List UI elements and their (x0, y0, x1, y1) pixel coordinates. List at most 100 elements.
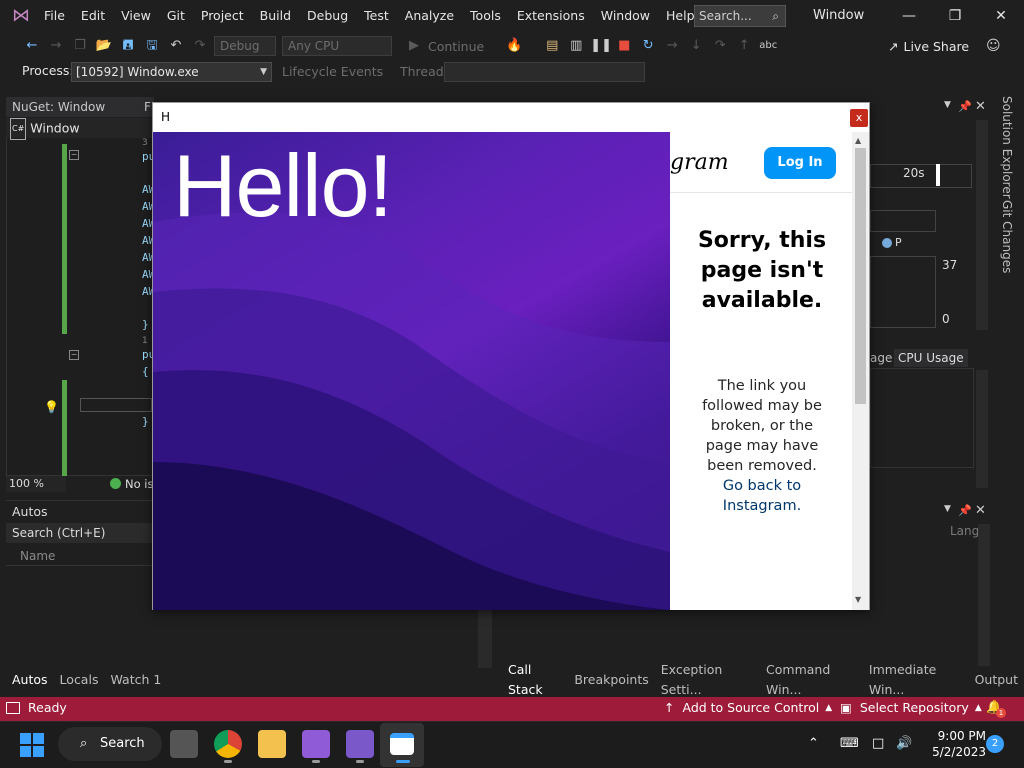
task-view-icon[interactable] (170, 730, 198, 758)
step-over-icon[interactable]: ↷ (710, 36, 730, 56)
continue-icon[interactable]: ▶ (404, 36, 424, 56)
git-changes-tab[interactable]: Git Changes (1000, 200, 1014, 273)
menu-window[interactable]: Window (593, 0, 658, 32)
thread-select[interactable] (444, 62, 645, 82)
live-share-button[interactable]: ↗ Live Share (888, 36, 969, 58)
tab-output[interactable]: Output (969, 670, 1024, 690)
platform-select[interactable]: Any CPU (282, 36, 392, 56)
hot-reload-icon[interactable]: 🔥 (504, 36, 524, 56)
keyboard-icon[interactable]: ⌨ (840, 736, 859, 751)
windows-start-icon[interactable] (20, 733, 44, 757)
autos-name-column[interactable]: Name (6, 546, 152, 566)
visual-studio-icon[interactable] (346, 730, 374, 758)
tab-cpu-usage[interactable]: CPU Usage (894, 349, 968, 367)
search-input[interactable]: Search... ⌕ (694, 5, 786, 27)
tab-autos[interactable]: Autos (6, 670, 54, 690)
lightbulb-icon[interactable]: 💡 (44, 400, 59, 414)
close-panel-icon[interactable]: ✕ (975, 503, 986, 518)
notifications-button[interactable]: 🔔 1 (986, 700, 1006, 718)
diag-scrollbar[interactable] (976, 120, 988, 330)
restore-button[interactable]: ❐ (932, 0, 978, 32)
window-app-icon[interactable] (390, 733, 414, 755)
pin-icon[interactable]: 📌 (958, 100, 972, 113)
tab-memory-usage[interactable]: age (870, 349, 892, 367)
continue-button[interactable]: Continue (428, 39, 484, 54)
popup-close-button[interactable]: x (850, 109, 868, 127)
collapse-icon[interactable]: − (69, 150, 79, 160)
reference-count[interactable]: 1 (142, 336, 148, 346)
scroll-up-icon[interactable]: ▲ (855, 136, 861, 145)
menu-edit[interactable]: Edit (73, 0, 113, 32)
volume-icon[interactable]: 🔊 (896, 736, 912, 751)
notification-badge[interactable]: 2 (986, 735, 1004, 753)
taskbar-search[interactable]: ⌕ Search (58, 727, 162, 761)
reference-count[interactable]: 3 (142, 138, 148, 148)
chrome-icon[interactable] (214, 730, 242, 758)
open-folder-icon[interactable]: 📂 (94, 36, 114, 56)
stop-icon[interactable]: ■ (614, 36, 634, 56)
panel-dropdown-icon[interactable]: ▼ (944, 504, 951, 514)
panel-dropdown-icon[interactable]: ▼ (944, 100, 951, 110)
pause-icon[interactable]: ❚❚ (590, 36, 612, 56)
save-icon[interactable]: 🖪 (118, 36, 138, 56)
menu-extensions[interactable]: Extensions (509, 0, 593, 32)
minimize-button[interactable]: — (886, 0, 932, 32)
tab-nuget[interactable]: NuGet: Window (6, 97, 140, 117)
network-icon[interactable]: □ (872, 736, 884, 751)
menu-view[interactable]: View (113, 0, 159, 32)
add-to-source-control-button[interactable]: ↑ Add to Source Control ▲ (664, 700, 832, 715)
output-window-icon[interactable] (6, 702, 20, 714)
configuration-select[interactable]: Debug (214, 36, 276, 56)
solution-icon[interactable]: ▤ (542, 36, 562, 56)
restart-icon[interactable]: ↻ (638, 36, 658, 56)
forward-icon[interactable]: → (46, 36, 66, 56)
select-repository-button[interactable]: ▣ Select Repository ▲ (840, 700, 982, 715)
menu-tools[interactable]: Tools (462, 0, 509, 32)
autos-search-input[interactable]: Search (Ctrl+E) (6, 523, 152, 543)
save-all-icon[interactable]: 🖫 (142, 36, 162, 56)
clock[interactable]: 9:00 PM 5/2/2023 (922, 728, 986, 760)
tab-immediate-window[interactable]: Immediate Win... (863, 660, 969, 700)
feedback-icon[interactable]: ☺ (986, 38, 1001, 54)
tab-window[interactable]: C# Window (6, 118, 154, 140)
solution-explorer-tab[interactable]: Solution Explorer (1000, 96, 1014, 199)
menu-analyze[interactable]: Analyze (397, 0, 462, 32)
menu-debug[interactable]: Debug (299, 0, 356, 32)
layout-icon[interactable]: ▥ (566, 36, 586, 56)
file-explorer-icon[interactable] (258, 730, 286, 758)
timeline-marker[interactable] (936, 164, 940, 186)
collapse-icon[interactable]: − (69, 350, 79, 360)
pin-icon[interactable]: 📌 (958, 504, 972, 517)
autos-scrollbar[interactable] (478, 610, 492, 668)
popup-scroll-thumb[interactable] (855, 148, 866, 404)
issues-indicator[interactable]: No is (110, 477, 153, 491)
visual-studio-logo-icon[interactable]: ⋈ (10, 6, 32, 26)
step-out-icon[interactable]: ↑ (734, 36, 754, 56)
visual-studio-icon[interactable] (302, 730, 330, 758)
login-button[interactable]: Log In (764, 147, 836, 179)
callstack-scrollbar[interactable] (978, 524, 990, 666)
menu-test[interactable]: Test (356, 0, 397, 32)
tab-watch-1[interactable]: Watch 1 (104, 670, 167, 690)
summary-scrollbar[interactable] (976, 370, 988, 488)
tab-call-stack[interactable]: Call Stack (502, 660, 568, 700)
menu-build[interactable]: Build (252, 0, 299, 32)
instagram-logo[interactable]: gram (670, 150, 729, 175)
step-icon[interactable]: → (662, 36, 682, 56)
new-item-icon[interactable]: ❐ (70, 36, 90, 56)
undo-icon[interactable]: ↶ (166, 36, 186, 56)
tab-locals[interactable]: Locals (54, 670, 105, 690)
menu-git[interactable]: Git (159, 0, 193, 32)
popup-titlebar[interactable] (153, 103, 869, 132)
redo-icon[interactable]: ↷ (190, 36, 210, 56)
step-into-icon[interactable]: ↓ (686, 36, 706, 56)
back-icon[interactable]: ← (22, 36, 42, 56)
tab-exception-settings[interactable]: Exception Setti... (655, 660, 760, 700)
lifecycle-events-button[interactable]: Lifecycle Events (282, 64, 383, 79)
menu-file[interactable]: File (36, 0, 73, 32)
close-window-button[interactable]: ✕ (978, 0, 1024, 32)
menu-project[interactable]: Project (193, 0, 252, 32)
tab-command-window[interactable]: Command Win... (760, 660, 863, 700)
process-select[interactable]: [10592] Window.exe ▼ (71, 62, 272, 82)
chevron-up-icon[interactable]: ⌃ (808, 736, 819, 751)
